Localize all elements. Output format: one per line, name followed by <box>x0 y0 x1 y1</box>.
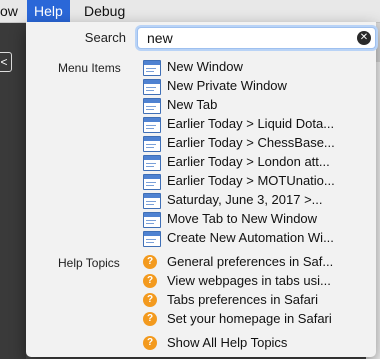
window-icon <box>143 231 161 247</box>
menu-result-label: Create New Automation Wi... <box>167 230 334 245</box>
help-topic-icon: ? <box>143 312 157 326</box>
menu-result-label: Move Tab to New Window <box>167 211 318 226</box>
clear-circle-icon[interactable]: ✕ <box>357 31 371 45</box>
window-icon <box>143 98 161 114</box>
menu-bar: ow Help Debug <box>0 0 380 23</box>
help-menu-panel: Search ✕ Menu Items New Window New Priva… <box>26 22 376 357</box>
menu-result-item[interactable]: Move Tab to New Window <box>143 210 371 229</box>
menu-result-label: Earlier Today > ChessBase... <box>167 135 335 150</box>
help-topic-icon: ? <box>143 274 157 288</box>
help-topic-label: General preferences in Saf... <box>167 254 334 269</box>
menu-result-label: Saturday, June 3, 2017 >... <box>167 192 323 207</box>
menu-result-label: New Private Window <box>167 78 287 93</box>
menu-result-item[interactable]: Create New Automation Wi... <box>143 229 371 248</box>
show-all-help-topics[interactable]: ? Show All Help Topics <box>143 334 371 353</box>
help-topic-item[interactable]: ? Set your homepage in Safari <box>143 310 371 329</box>
help-topic-item[interactable]: ? View webpages in tabs usi... <box>143 272 371 291</box>
menu-result-label: Earlier Today > London att... <box>167 154 330 169</box>
menu-help[interactable]: Help <box>27 0 70 22</box>
window-icon <box>143 136 161 152</box>
window-icon <box>143 174 161 190</box>
help-topic-icon: ? <box>143 255 157 269</box>
window-icon <box>143 79 161 95</box>
search-field[interactable]: ✕ <box>137 27 376 49</box>
help-topic-item[interactable]: ? Tabs preferences in Safari <box>143 291 371 310</box>
menu-result-item[interactable]: New Tab <box>143 96 371 115</box>
menu-result-item[interactable]: New Window <box>143 58 371 77</box>
help-topics-label: Help Topics <box>58 256 120 270</box>
menu-result-item[interactable]: Earlier Today > Liquid Dota... <box>143 115 371 134</box>
search-input[interactable] <box>147 28 347 48</box>
menu-items-label: Menu Items <box>58 61 121 75</box>
menu-debug[interactable]: Debug <box>84 0 125 22</box>
menu-result-item[interactable]: New Private Window <box>143 77 371 96</box>
menu-result-label: Earlier Today > Liquid Dota... <box>167 116 335 131</box>
help-topic-label: View webpages in tabs usi... <box>167 273 331 288</box>
help-topic-icon: ? <box>143 293 157 307</box>
window-icon <box>143 155 161 171</box>
help-topic-label: Set your homepage in Safari <box>167 311 332 326</box>
search-label: Search <box>84 30 126 45</box>
help-topic-item[interactable]: ? General preferences in Saf... <box>143 253 371 272</box>
menu-result-label: New Window <box>167 59 243 74</box>
show-all-label: Show All Help Topics <box>167 335 288 350</box>
menu-result-item[interactable]: Earlier Today > MOTUnatio... <box>143 172 371 191</box>
window-icon <box>143 60 161 76</box>
back-button[interactable]: < <box>0 52 12 72</box>
window-icon <box>143 193 161 209</box>
menu-result-item[interactable]: Earlier Today > London att... <box>143 153 371 172</box>
window-icon <box>143 117 161 133</box>
help-topic-icon: ? <box>143 336 157 350</box>
help-topic-label: Tabs preferences in Safari <box>167 292 319 307</box>
menu-result-label: Earlier Today > MOTUnatio... <box>167 173 335 188</box>
menu-window[interactable]: ow <box>0 0 22 22</box>
background-window-left: < <box>0 22 26 359</box>
window-icon <box>143 212 161 228</box>
menu-result-item[interactable]: Earlier Today > ChessBase... <box>143 134 371 153</box>
menu-result-item[interactable]: Saturday, June 3, 2017 >... <box>143 191 371 210</box>
menu-result-label: New Tab <box>167 97 218 112</box>
